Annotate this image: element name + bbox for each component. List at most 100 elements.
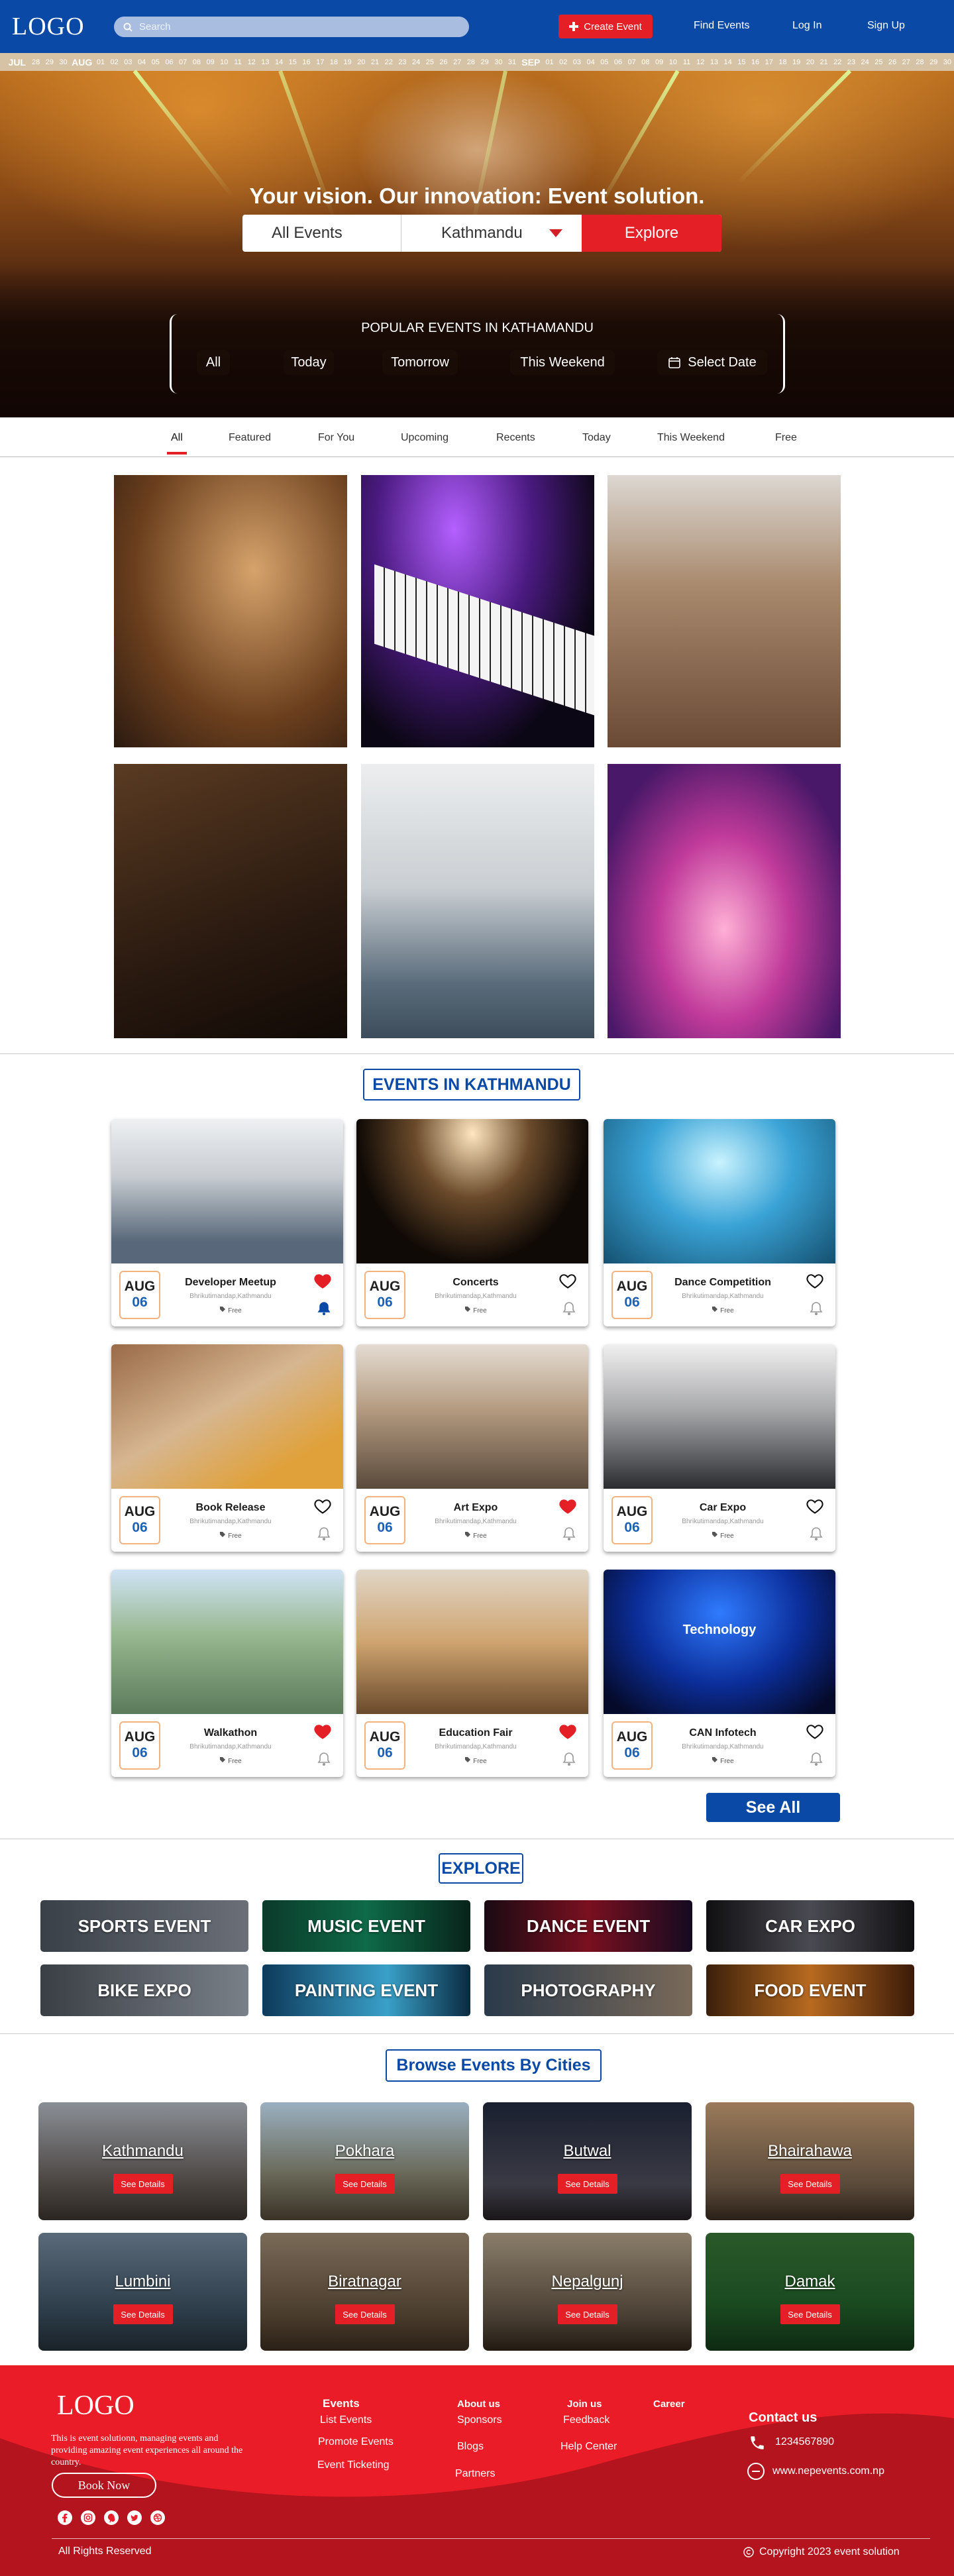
explore-tile[interactable]: PHOTOGRAPHY <box>484 1964 692 2016</box>
footer-link-promote-events[interactable]: Promote Events <box>318 2436 394 2448</box>
see-details-button[interactable]: See Details <box>113 2304 173 2324</box>
city-card[interactable]: Nepalgunj See Details <box>483 2233 692 2351</box>
date-cell[interactable]: 25 <box>423 58 437 66</box>
date-cell[interactable]: 08 <box>190 58 204 66</box>
heart-icon[interactable] <box>313 1271 332 1290</box>
date-cell[interactable]: 22 <box>382 58 396 66</box>
explore-tile[interactable]: DANCE EVENT <box>484 1900 692 1952</box>
date-cell[interactable]: 06 <box>162 58 176 66</box>
bell-icon[interactable] <box>317 1752 331 1766</box>
date-cell[interactable]: 02 <box>556 58 570 66</box>
date-cell[interactable]: 02 <box>107 58 121 66</box>
heart-icon[interactable] <box>558 1497 577 1515</box>
heart-icon[interactable] <box>806 1271 824 1290</box>
date-cell[interactable]: 07 <box>176 58 190 66</box>
date-cell[interactable]: 13 <box>258 58 272 66</box>
date-cell[interactable]: 23 <box>396 58 409 66</box>
date-cell[interactable]: 18 <box>327 58 341 66</box>
date-cell[interactable]: 15 <box>286 58 299 66</box>
instagram-icon[interactable] <box>80 2510 96 2526</box>
footer-link-list-events[interactable]: List Events <box>320 2414 372 2426</box>
date-cell[interactable]: 30 <box>56 58 70 66</box>
date-cell[interactable]: 29 <box>478 58 492 66</box>
date-cell[interactable]: 16 <box>749 58 763 66</box>
city-card[interactable]: Kathmandu See Details <box>38 2102 247 2220</box>
date-cell[interactable]: 12 <box>694 58 708 66</box>
date-cell[interactable]: 04 <box>135 58 149 66</box>
bell-icon[interactable] <box>810 1752 823 1766</box>
tab-today[interactable]: Today <box>582 432 611 444</box>
signup-link[interactable]: Sign Up <box>867 20 905 32</box>
date-cell[interactable]: 01 <box>94 58 108 66</box>
see-details-button[interactable]: See Details <box>335 2304 395 2324</box>
date-cell[interactable]: 31 <box>505 58 519 66</box>
footer-link-blogs[interactable]: Blogs <box>457 2441 484 2453</box>
tab-all[interactable]: All <box>167 432 187 455</box>
date-cell[interactable]: 03 <box>121 58 135 66</box>
gallery-photo-4[interactable] <box>114 764 347 1038</box>
see-details-button[interactable]: See Details <box>557 2174 617 2194</box>
see-all-button[interactable]: See All <box>706 1793 840 1822</box>
dribbble-icon[interactable] <box>150 2510 166 2526</box>
date-cell[interactable]: 09 <box>203 58 217 66</box>
bell-icon[interactable] <box>562 1301 576 1316</box>
see-details-button[interactable]: See Details <box>113 2174 173 2194</box>
date-cell[interactable]: 10 <box>666 58 680 66</box>
date-cell[interactable]: 22 <box>831 58 845 66</box>
date-cell[interactable]: 29 <box>42 58 56 66</box>
chip-this-weekend[interactable]: This Weekend <box>510 350 615 375</box>
date-cell[interactable]: 11 <box>231 58 245 66</box>
event-card[interactable]: AUG 06 Education Fair Bhrikutimandap,Kat… <box>356 1570 588 1777</box>
date-cell[interactable]: 10 <box>217 58 231 66</box>
date-cell[interactable]: 08 <box>639 58 653 66</box>
city-name[interactable]: Lumbini <box>38 2273 247 2291</box>
city-card[interactable]: Biratnagar See Details <box>260 2233 469 2351</box>
search-input[interactable] <box>139 21 444 32</box>
tab-upcoming[interactable]: Upcoming <box>401 432 449 444</box>
date-cell[interactable]: 28 <box>913 58 927 66</box>
date-cell[interactable]: 04 <box>584 58 598 66</box>
chip-today[interactable]: Today <box>284 350 334 375</box>
date-cell[interactable]: 07 <box>625 58 639 66</box>
date-cell[interactable]: 17 <box>313 58 327 66</box>
gallery-photo-2[interactable] <box>361 475 594 747</box>
bell-icon[interactable] <box>810 1301 823 1316</box>
event-card[interactable]: AUG 06 Car Expo Bhrikutimandap,Kathmandu… <box>604 1344 835 1552</box>
explore-tile[interactable]: SPORTS EVENT <box>40 1900 248 1952</box>
date-cell[interactable]: 30 <box>492 58 505 66</box>
date-cell[interactable]: 26 <box>886 58 900 66</box>
gallery-photo-6[interactable] <box>608 764 841 1038</box>
date-cell[interactable]: 28 <box>464 58 478 66</box>
see-details-button[interactable]: See Details <box>335 2174 395 2194</box>
event-card[interactable]: AUG 06 Art Expo Bhrikutimandap,Kathmandu… <box>356 1344 588 1552</box>
twitter-icon[interactable] <box>127 2510 142 2526</box>
date-cell[interactable]: 27 <box>899 58 913 66</box>
date-cell[interactable]: 25 <box>872 58 886 66</box>
footer-career-heading[interactable]: Career <box>653 2398 685 2410</box>
date-cell[interactable]: 13 <box>708 58 721 66</box>
date-cell[interactable]: 19 <box>341 58 354 66</box>
explore-tile[interactable]: BIKE EXPO <box>40 1964 248 2016</box>
find-events-link[interactable]: Find Events <box>694 20 749 32</box>
footer-link-feedback[interactable]: Feedback <box>563 2414 610 2426</box>
date-cell[interactable]: 06 <box>611 58 625 66</box>
event-card[interactable]: AUG 06 Dance Competition Bhrikutimandap,… <box>604 1119 835 1326</box>
heart-icon[interactable] <box>806 1497 824 1515</box>
date-cell[interactable]: 29 <box>927 58 941 66</box>
date-cell[interactable]: 21 <box>368 58 382 66</box>
explore-tile[interactable]: MUSIC EVENT <box>262 1900 470 1952</box>
date-cell[interactable]: 11 <box>680 58 694 66</box>
event-card[interactable]: AUG 06 Walkathon Bhrikutimandap,Kathmand… <box>111 1570 343 1777</box>
tab-this-weekend[interactable]: This Weekend <box>657 432 725 444</box>
contact-phone[interactable]: 1234567890 <box>775 2436 834 2448</box>
city-card[interactable]: Butwal See Details <box>483 2102 692 2220</box>
heart-icon[interactable] <box>806 1722 824 1741</box>
city-name[interactable]: Nepalgunj <box>483 2273 692 2291</box>
bell-icon[interactable] <box>317 1301 331 1316</box>
bell-icon[interactable] <box>562 1752 576 1766</box>
chip-tomorrow[interactable]: Tomorrow <box>382 350 458 375</box>
date-cell[interactable]: 30 <box>941 58 954 66</box>
explore-tile[interactable]: FOOD EVENT <box>706 1964 914 2016</box>
city-name[interactable]: Damak <box>706 2273 914 2291</box>
date-cell[interactable]: 27 <box>450 58 464 66</box>
